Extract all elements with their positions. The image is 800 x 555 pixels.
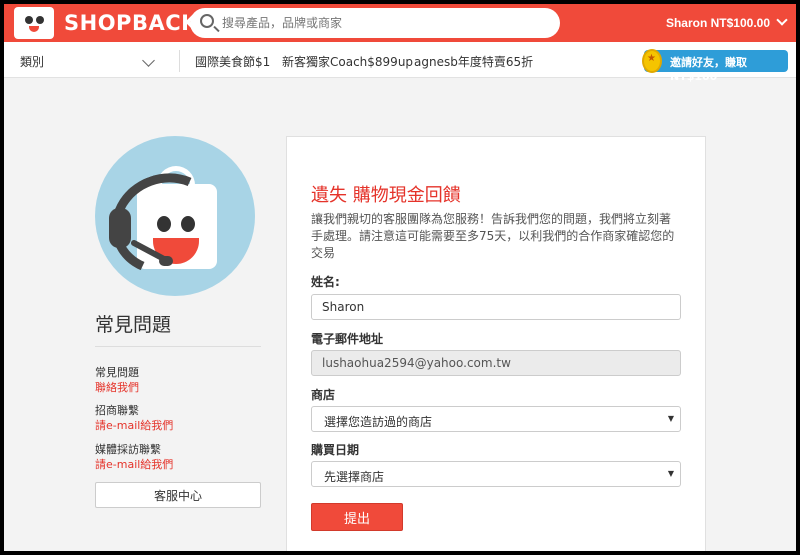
top-header: SHOPBACK Sharon NT$100.00 bbox=[4, 4, 796, 42]
chevron-down-icon[interactable] bbox=[776, 14, 788, 26]
page-frame: SHOPBACK Sharon NT$100.00 類別 國際美食節$1 新客獨… bbox=[4, 4, 796, 551]
support-mascot-image bbox=[95, 136, 255, 296]
name-label: 姓名: bbox=[311, 275, 340, 289]
microphone-head bbox=[159, 256, 173, 266]
search-input[interactable] bbox=[222, 13, 542, 33]
promo-link[interactable]: 新客獨家Coach$899up bbox=[282, 53, 413, 70]
business-contact-label: 招商聯繫 bbox=[95, 404, 139, 417]
divider bbox=[95, 346, 261, 347]
user-balance[interactable]: Sharon NT$100.00 bbox=[666, 16, 770, 30]
form-title: 遺失 購物現金回饋 bbox=[311, 185, 461, 206]
search-bar[interactable] bbox=[190, 8, 560, 38]
contact-us-link[interactable]: 聯絡我們 bbox=[95, 379, 139, 395]
category-nav: 類別 國際美食節$1 新客獨家Coach$899up agnesb年度特賣65折… bbox=[4, 42, 796, 83]
purchase-date-select-value: 先選擇商店 bbox=[324, 470, 385, 484]
earpiece bbox=[109, 208, 131, 248]
search-icon[interactable] bbox=[200, 14, 214, 28]
submit-button[interactable]: 提出 bbox=[311, 503, 403, 531]
purchase-date-select[interactable]: 先選擇商店 ▼ bbox=[311, 461, 681, 487]
media-contact-label: 媒體採訪聯繫 bbox=[95, 443, 161, 456]
invite-friends-button[interactable]: 邀請好友，賺取NT$100 bbox=[642, 49, 788, 83]
store-select-value: 選擇您造訪過的商店 bbox=[324, 415, 433, 429]
logo-eye-right bbox=[36, 16, 44, 24]
coin-icon bbox=[642, 49, 662, 73]
logo-mouth bbox=[29, 26, 39, 32]
customer-service-button[interactable]: 客服中心 bbox=[95, 482, 261, 508]
name-field[interactable] bbox=[311, 294, 681, 320]
media-email-link[interactable]: 請e-mail給我們 bbox=[95, 456, 173, 472]
purchase-date-label: 購買日期 bbox=[311, 443, 360, 457]
faq-section-label: 常見問題 bbox=[95, 366, 139, 379]
email-field[interactable] bbox=[311, 350, 681, 376]
dropdown-arrow-icon: ▼ bbox=[667, 414, 674, 423]
invite-label: 邀請好友，賺取NT$100 bbox=[670, 56, 747, 83]
promo-link[interactable]: 國際美食節$1 bbox=[195, 53, 270, 70]
business-email-link[interactable]: 請e-mail給我們 bbox=[95, 417, 173, 433]
category-dropdown-label[interactable]: 類別 bbox=[20, 53, 44, 70]
shopback-logo-icon[interactable] bbox=[14, 7, 54, 39]
chevron-down-icon[interactable] bbox=[142, 54, 155, 67]
nav-divider bbox=[179, 50, 180, 72]
promo-link[interactable]: agnesb年度特賣65折 bbox=[414, 53, 533, 70]
faq-title: 常見問題 bbox=[95, 314, 172, 336]
logo-eye-left bbox=[25, 16, 33, 24]
store-select[interactable]: 選擇您造訪過的商店 ▼ bbox=[311, 406, 681, 432]
logo-text[interactable]: SHOPBACK bbox=[64, 11, 198, 35]
email-label: 電子郵件地址 bbox=[311, 332, 384, 346]
missing-cashback-form: 遺失 購物現金回饋 讓我們親切的客服團隊為您服務！告訴我們您的問題，我們將立刻著… bbox=[286, 136, 706, 551]
form-description: 讓我們親切的客服團隊為您服務！告訴我們您的問題，我們將立刻著手處理。請注意這可能… bbox=[311, 212, 675, 260]
store-label: 商店 bbox=[311, 388, 336, 402]
dropdown-arrow-icon: ▼ bbox=[667, 469, 674, 478]
